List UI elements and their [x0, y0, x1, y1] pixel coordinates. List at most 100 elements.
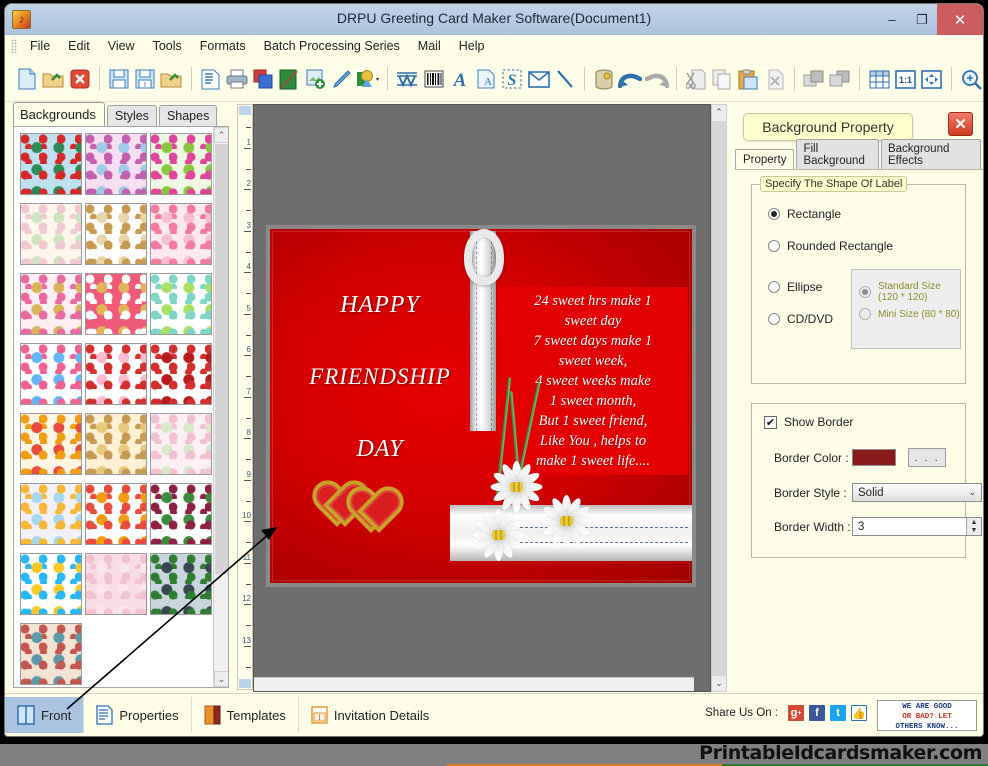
tab-shapes[interactable]: Shapes — [158, 105, 218, 126]
menu-mail[interactable]: Mail — [409, 37, 450, 55]
green-pink-floral-pattern[interactable] — [150, 133, 212, 195]
cut-icon[interactable] — [684, 64, 708, 94]
twitter-icon[interactable]: t — [830, 705, 846, 721]
pink-snowflake-pattern[interactable] — [150, 413, 212, 475]
stepper-up-icon[interactable]: ▲ — [967, 518, 981, 527]
colorful-stars-pattern[interactable] — [20, 553, 82, 615]
canvas-scroll-up-icon[interactable]: ⌃ — [712, 105, 726, 120]
brush-canvas-icon[interactable] — [277, 64, 301, 94]
close-button[interactable]: ✕ — [937, 4, 983, 35]
maximize-button[interactable]: ❐ — [907, 4, 937, 35]
scroll-up-icon[interactable]: ⌃ — [214, 127, 228, 143]
menu-formats[interactable]: Formats — [191, 37, 255, 55]
radio-mini-size[interactable]: Mini Size (80 * 80) — [859, 308, 960, 320]
border-width-stepper[interactable]: 3 ▲ ▼ — [852, 517, 982, 536]
facebook-icon[interactable]: f — [809, 705, 825, 721]
pink-pompom-pattern[interactable] — [85, 133, 147, 195]
tab-property[interactable]: Property — [735, 149, 795, 170]
tab-backgrounds[interactable]: Backgrounds — [13, 102, 105, 126]
close-document-icon[interactable] — [68, 64, 92, 94]
fit-to-window-icon[interactable] — [920, 64, 944, 94]
save-icon[interactable] — [107, 64, 131, 94]
barcode-icon[interactable] — [422, 64, 446, 94]
border-style-select[interactable]: Solid ⌄ — [852, 483, 982, 502]
thumbs-up-icon[interactable]: 👍 — [851, 705, 867, 721]
baby-animals-pattern[interactable] — [150, 273, 212, 335]
thumbnail-scrollbar[interactable]: ⌃ ⌄ — [213, 127, 228, 687]
red-ribbon-bows-pattern[interactable] — [85, 343, 147, 405]
heart-frame-teddy-image[interactable] — [85, 273, 147, 335]
winter-penguins-pattern[interactable] — [150, 553, 212, 615]
paste-icon[interactable] — [736, 64, 760, 94]
pastel-stripes-pattern[interactable] — [20, 203, 82, 265]
radio-rounded-rectangle[interactable]: Rounded Rectangle — [768, 239, 893, 253]
copy-icon[interactable] — [710, 64, 734, 94]
panel-close-icon[interactable]: ✕ — [948, 112, 973, 136]
pink-glitter-texture[interactable] — [85, 553, 147, 615]
background-thumbnail-list[interactable]: ⌃ ⌄ — [13, 126, 229, 688]
menu-help[interactable]: Help — [450, 37, 494, 55]
christmas-santa-pattern[interactable] — [20, 133, 82, 195]
grid-icon[interactable] — [867, 64, 891, 94]
cherries-fruit-pattern[interactable] — [150, 483, 212, 545]
bring-front-icon[interactable] — [802, 64, 826, 94]
scrollbar-thumb[interactable] — [215, 144, 228, 574]
canvas-scroll-down-icon[interactable]: ⌄ — [712, 676, 726, 691]
page-setup-icon[interactable] — [198, 64, 222, 94]
scroll-down-icon[interactable]: ⌄ — [214, 671, 228, 687]
text-box-icon[interactable]: A — [474, 64, 498, 94]
canvas-vertical-scrollbar[interactable]: ⌃ ⌄ — [711, 104, 727, 692]
checkbox-show-border[interactable]: ✔ Show Border — [764, 415, 853, 429]
bottom-tab-invitation-details[interactable]: I Invitation Details — [299, 697, 441, 733]
redo-icon[interactable] — [644, 64, 669, 94]
email-icon[interactable] — [527, 64, 551, 94]
canvas-scrollbar-track[interactable] — [712, 121, 726, 677]
vintage-stripes-pattern[interactable] — [20, 623, 82, 685]
radio-standard-size[interactable]: Standard Size (120 * 120) — [859, 281, 960, 303]
greeting-card-preview[interactable]: HAPPY FRIENDSHIP DAY 24 sweet hrs make 1… — [266, 225, 696, 587]
design-canvas[interactable]: HAPPY FRIENDSHIP DAY 24 sweet hrs make 1… — [253, 104, 711, 692]
watermark-icon[interactable] — [395, 64, 419, 94]
bottom-tab-properties[interactable]: Properties — [84, 697, 192, 733]
delete-icon[interactable] — [763, 64, 787, 94]
pink-gold-hearts-pattern[interactable] — [20, 273, 82, 335]
pink-princess-dress-pattern[interactable] — [150, 203, 212, 265]
radio-cd-dvd[interactable]: CD/DVD — [768, 312, 833, 326]
new-document-icon[interactable] — [15, 64, 39, 94]
stepper-down-icon[interactable]: ▼ — [967, 527, 981, 536]
open-folder-icon[interactable] — [41, 64, 65, 94]
bottom-tab-front[interactable]: Front — [5, 697, 85, 733]
radio-ellipse[interactable]: Ellipse — [768, 280, 822, 294]
undo-icon[interactable] — [618, 64, 643, 94]
shape-fill-icon[interactable] — [356, 64, 380, 94]
google-plus-icon[interactable]: g + — [788, 705, 804, 721]
menu-edit[interactable]: Edit — [59, 37, 99, 55]
export-folder-icon[interactable] — [159, 64, 183, 94]
rainbow-kids-pattern[interactable] — [20, 343, 82, 405]
pastel-confetti-pattern[interactable] — [20, 483, 82, 545]
line-tool-icon[interactable] — [553, 64, 577, 94]
canvas-horizontal-scrollbar[interactable] — [254, 677, 694, 691]
text-tool-icon[interactable]: A — [448, 64, 472, 94]
zoom-icon[interactable] — [959, 64, 983, 94]
add-image-icon[interactable] — [304, 64, 328, 94]
border-color-swatch[interactable] — [852, 449, 896, 466]
tab-fill-background[interactable]: Fill Background — [796, 139, 879, 170]
menu-view[interactable]: View — [99, 37, 144, 55]
print-icon[interactable] — [225, 64, 249, 94]
menu-file[interactable]: File — [21, 37, 59, 55]
feedback-badge[interactable]: WE ARE GOOD OR BAD? LET OTHERS KNOW... — [877, 700, 977, 731]
border-color-browse-button[interactable]: . . . — [908, 448, 946, 467]
birthday-gifts-pattern[interactable] — [85, 483, 147, 545]
bottom-tab-templates[interactable]: Templates — [192, 697, 299, 733]
signature-icon[interactable]: S — [500, 64, 524, 94]
autumn-butterflies-pattern[interactable] — [20, 413, 82, 475]
radio-rectangle[interactable]: Rectangle — [768, 207, 841, 221]
send-back-icon[interactable] — [828, 64, 852, 94]
save-as-icon[interactable]: I — [133, 64, 157, 94]
tab-background-effects[interactable]: Background Effects — [880, 139, 981, 170]
red-hibiscus-flower-image[interactable] — [150, 343, 212, 405]
pen-tool-icon[interactable] — [330, 64, 354, 94]
teddy-bear-image[interactable] — [85, 203, 147, 265]
stepper-arrows[interactable]: ▲ ▼ — [966, 518, 981, 535]
